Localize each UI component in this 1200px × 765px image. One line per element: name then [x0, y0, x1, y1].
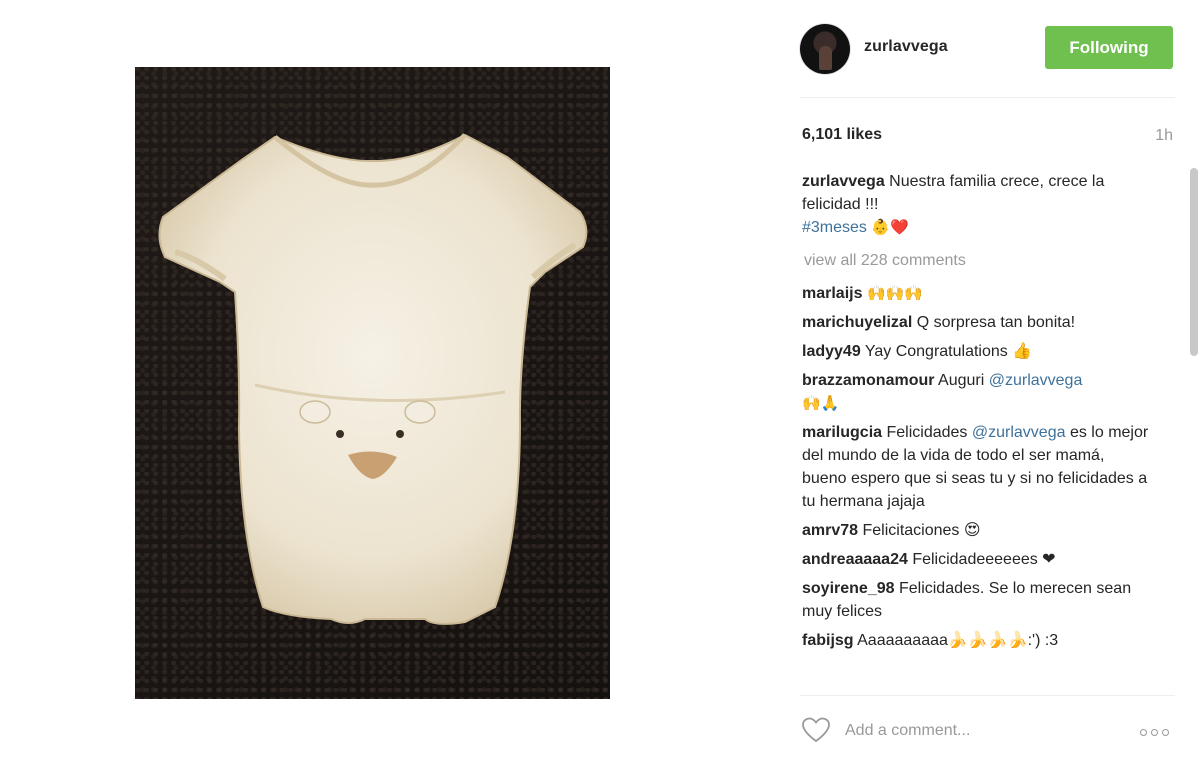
comment-text: Aaaaaaaaaa🍌🍌🍌🍌:') :3: [857, 632, 1059, 649]
comments-list[interactable]: zurlavvega Nuestra familia crece, crece …: [800, 170, 1180, 685]
comment-item: andreaaaaa24 Felicidadeeeeees ❤: [802, 548, 1152, 571]
post-photo[interactable]: [135, 67, 610, 699]
following-button[interactable]: Following: [1045, 26, 1173, 69]
comments-scrollbar[interactable]: [1190, 168, 1198, 356]
more-options-icon[interactable]: [1140, 728, 1175, 736]
footer-divider: [800, 695, 1175, 696]
dot-icon: [1162, 728, 1169, 736]
likes-count[interactable]: 6,101 likes: [802, 126, 882, 144]
heart-outline-icon[interactable]: [801, 716, 831, 744]
comment-item: brazzamonamour Auguri @zurlavvega 🙌🙏: [802, 369, 1152, 415]
comment-text: Yay Congratulations 👍: [864, 343, 1033, 360]
comment-item: amrv78 Felicitaciones 😍: [802, 519, 1152, 542]
comment-author[interactable]: ladyy49: [802, 343, 861, 360]
comment-mention[interactable]: @zurlavvega: [972, 424, 1066, 441]
post-details-panel: zurlavvega Following 6,101 likes 1h zurl…: [800, 0, 1198, 765]
comment-item: marichuyelizal Q sorpresa tan bonita!: [802, 311, 1152, 334]
header-divider: [800, 97, 1175, 98]
user-avatar[interactable]: [800, 24, 850, 74]
comment-mention[interactable]: @zurlavvega: [989, 372, 1083, 389]
comment-text: Felicidades: [886, 424, 968, 441]
post-username[interactable]: zurlavvega: [864, 38, 948, 56]
baby-bodysuit-illustration: [158, 133, 588, 625]
comment-author[interactable]: soyirene_98: [802, 580, 895, 597]
comment-author[interactable]: marichuyelizal: [802, 314, 912, 331]
comment-author[interactable]: marlaijs: [802, 285, 862, 302]
caption-hashtag[interactable]: #3meses: [802, 219, 867, 236]
comment-author[interactable]: fabijsg: [802, 632, 854, 649]
comment-text: Felicitaciones 😍: [862, 522, 981, 539]
caption-author[interactable]: zurlavvega: [802, 173, 885, 190]
post-caption: zurlavvega Nuestra familia crece, crece …: [802, 170, 1152, 239]
comment-item: marlaijs 🙌🙌🙌: [802, 282, 1152, 305]
add-comment-row: [800, 712, 1175, 752]
comment-text: 🙌🙌🙌: [866, 284, 923, 302]
caption-emojis: 👶❤️: [871, 218, 909, 236]
view-all-comments-link[interactable]: view all 228 comments: [804, 249, 1180, 272]
comment-text: Felicidadeeeeees ❤: [912, 551, 1056, 568]
comment-author[interactable]: andreaaaaa24: [802, 551, 908, 568]
comment-author[interactable]: brazzamonamour: [802, 372, 934, 389]
dot-icon: [1140, 728, 1147, 736]
comment-emojis: 🙌🙏: [802, 394, 840, 412]
comment-author[interactable]: marilugcia: [802, 424, 882, 441]
comment-item: marilugcia Felicidades @zurlavvega es lo…: [802, 421, 1152, 513]
dot-icon: [1151, 728, 1158, 736]
comment-author[interactable]: amrv78: [802, 522, 858, 539]
comment-item: fabijsg Aaaaaaaaaa🍌🍌🍌🍌:') :3: [802, 629, 1152, 652]
comment-item: ladyy49 Yay Congratulations 👍: [802, 340, 1152, 363]
post-time[interactable]: 1h: [1155, 127, 1173, 145]
post-header: zurlavvega Following: [800, 24, 1175, 74]
comment-item: soyirene_98 Felicidades. Se lo merecen s…: [802, 577, 1152, 623]
comment-text: Q sorpresa tan bonita!: [916, 314, 1076, 331]
comment-text: Auguri: [938, 372, 985, 389]
add-comment-input[interactable]: [845, 718, 1115, 744]
